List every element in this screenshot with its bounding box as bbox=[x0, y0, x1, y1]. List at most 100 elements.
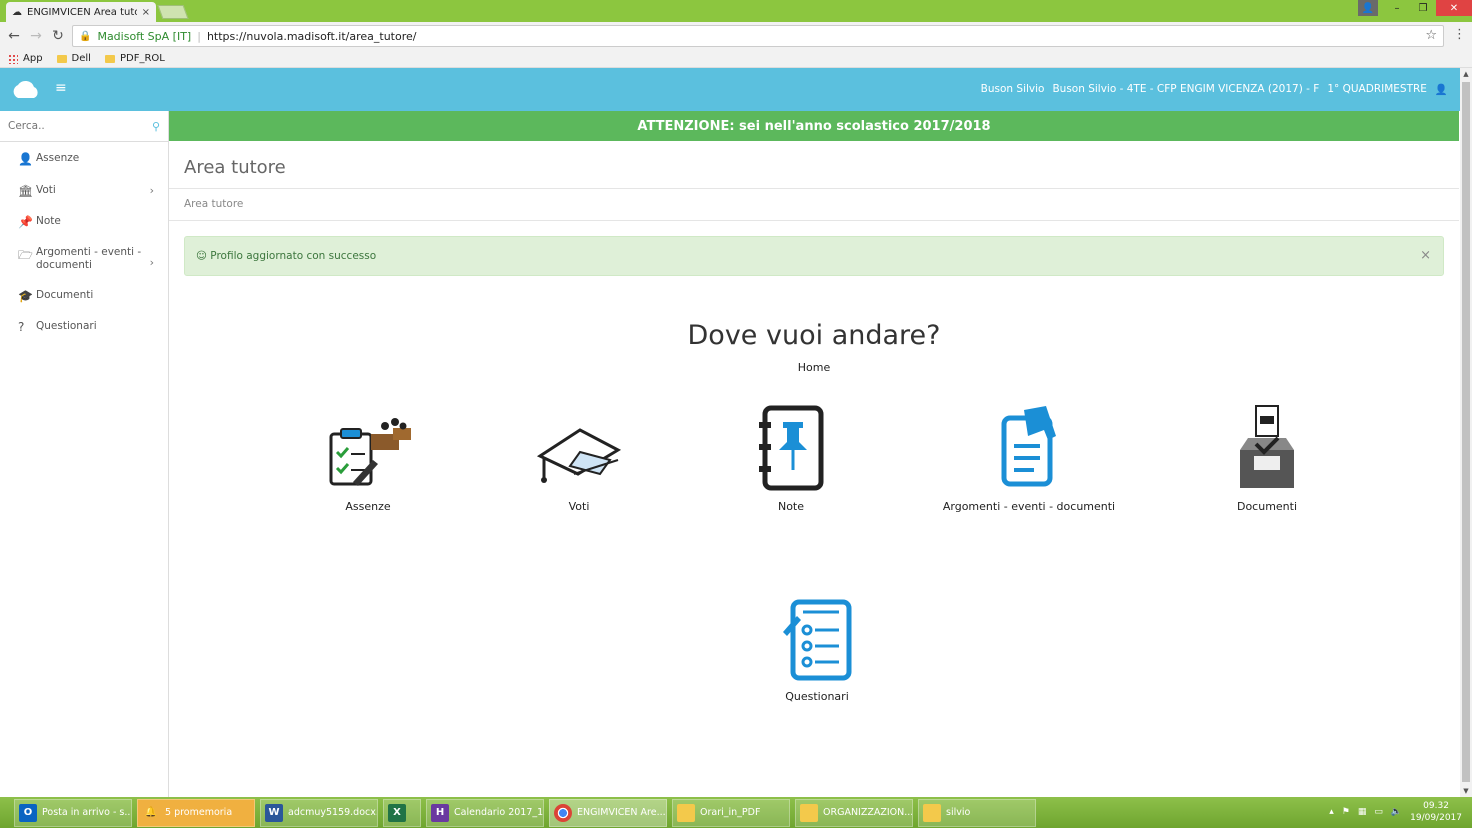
folder-icon bbox=[677, 803, 695, 822]
alert-close-icon[interactable]: × bbox=[1420, 248, 1431, 263]
sidebar-item-label: Questionari bbox=[36, 320, 97, 332]
user-name[interactable]: Buson Silvio bbox=[981, 83, 1045, 96]
tray-expand-icon[interactable]: ▴ bbox=[1329, 807, 1334, 817]
volume-icon[interactable]: 🔈 bbox=[1391, 807, 1402, 817]
app-header: ≡ Buson Silvio Buson Silvio - 4TE - CFP … bbox=[0, 68, 1460, 111]
address-bar[interactable]: 🔒 Madisoft SpA [IT] | https://nuvola.mad… bbox=[72, 25, 1444, 47]
tile-argomenti[interactable]: Argomenti - eventi - documenti bbox=[940, 404, 1118, 513]
site-identity: Madisoft SpA [IT] bbox=[97, 29, 192, 43]
bookmark-pdf-rol[interactable]: PDF_ROL bbox=[104, 53, 165, 64]
tab-title: ENGIMVICEN Area tutore bbox=[27, 6, 137, 18]
sidebar-search: ⚲ bbox=[0, 111, 168, 142]
forward-icon[interactable]: → bbox=[25, 28, 47, 44]
url-text: https://nuvola.madisoft.it/area_tutore/ bbox=[206, 29, 417, 43]
task-label: silvio bbox=[946, 807, 971, 818]
tile-label: Assenze bbox=[345, 500, 391, 513]
task-label: ENGIMVICEN Are... bbox=[577, 807, 666, 818]
chevron-right-icon: › bbox=[149, 256, 154, 269]
bookmark-dell[interactable]: Dell bbox=[56, 53, 91, 64]
section-subheading: Home bbox=[797, 361, 831, 374]
bookmark-apps[interactable]: App bbox=[8, 53, 43, 64]
period-label[interactable]: 1° QUADRIMESTRE bbox=[1327, 83, 1427, 96]
pin-icon: 📌 bbox=[18, 215, 33, 229]
folder-icon bbox=[56, 54, 67, 63]
tile-questionari[interactable]: Questionari bbox=[767, 598, 867, 703]
tile-assenze[interactable]: Assenze bbox=[318, 412, 418, 513]
folder-icon bbox=[923, 803, 941, 822]
sidebar-item-assenze[interactable]: 👤 Assenze bbox=[0, 152, 168, 166]
user-icon[interactable]: 👤 bbox=[1435, 83, 1448, 96]
task-label: Calendario 2017_18 bbox=[454, 807, 544, 818]
tile-label: Note bbox=[777, 500, 805, 513]
sidebar-item-questionari[interactable]: ? Questionari bbox=[0, 320, 168, 334]
sidebar-item-argomenti[interactable]: 🗁 Argomenti - eventi - documenti › bbox=[0, 246, 168, 272]
bookmark-label: PDF_ROL bbox=[119, 53, 165, 64]
page-scrollbar[interactable]: ▲ ▼ bbox=[1460, 68, 1472, 797]
hamburger-menu-icon[interactable]: ≡ bbox=[55, 80, 67, 96]
browser-tabstrip: ☁ ENGIMVICEN Area tutore × 👤 – ❐ ✕ bbox=[0, 0, 1472, 22]
taskbar-item-chrome[interactable]: ENGIMVICEN Are... bbox=[549, 798, 667, 827]
browser-toolbar: ← → ↻ 🔒 Madisoft SpA [IT] | https://nuvo… bbox=[0, 22, 1472, 50]
clock[interactable]: 09.32 19/09/2017 bbox=[1410, 800, 1462, 824]
network-icon[interactable]: ▦ bbox=[1358, 807, 1367, 817]
bookmarks-bar: App Dell PDF_ROL bbox=[0, 50, 1472, 68]
minimize-icon[interactable]: – bbox=[1384, 0, 1410, 16]
reload-icon[interactable]: ↻ bbox=[47, 28, 69, 44]
profile-icon[interactable]: 👤 bbox=[1358, 0, 1378, 16]
sidebar-item-label: Voti bbox=[36, 184, 56, 196]
taskbar-item-folder-silvio[interactable]: silvio bbox=[918, 798, 1036, 827]
browser-menu-icon[interactable]: ⋮ bbox=[1453, 27, 1466, 42]
taskbar-item-folder-orari[interactable]: Orari_in_PDF bbox=[672, 798, 790, 827]
restore-icon[interactable]: ❐ bbox=[1410, 0, 1436, 16]
document-tray-icon bbox=[1240, 405, 1294, 488]
sidebar-item-documenti[interactable]: 🎓 Documenti bbox=[0, 289, 168, 303]
flag-icon[interactable]: ⚑ bbox=[1342, 807, 1350, 817]
folder-open-icon: 🗁 bbox=[18, 248, 33, 262]
taskbar-item-excel[interactable]: X bbox=[383, 798, 421, 827]
user-context: Buson Silvio Buson Silvio - 4TE - CFP EN… bbox=[981, 83, 1448, 96]
task-label: Posta in arrivo - s... bbox=[42, 807, 132, 818]
browser-tab[interactable]: ☁ ENGIMVICEN Area tutore × bbox=[6, 2, 156, 22]
tile-documenti[interactable]: Documenti bbox=[1217, 404, 1317, 513]
calendar-app-icon: H bbox=[431, 803, 449, 822]
tile-voti[interactable]: Voti bbox=[529, 412, 629, 513]
taskbar-item-folder-organizzazione[interactable]: ORGANIZZAZION... bbox=[795, 798, 913, 827]
alert-message: Profilo aggiornato con successo bbox=[210, 250, 377, 262]
search-input[interactable] bbox=[8, 120, 152, 132]
scroll-down-icon[interactable]: ▼ bbox=[1460, 787, 1472, 795]
taskbar-item-calendar[interactable]: H Calendario 2017_18 bbox=[426, 798, 544, 827]
new-tab-button[interactable] bbox=[157, 5, 189, 19]
clock-date: 19/09/2017 bbox=[1410, 813, 1462, 823]
task-label: adcmuy5159.docx... bbox=[288, 807, 378, 818]
back-icon[interactable]: ← bbox=[3, 28, 25, 44]
tile-note[interactable]: Note bbox=[741, 404, 841, 513]
bell-icon: 🔔 bbox=[144, 807, 158, 818]
search-icon[interactable]: ⚲ bbox=[152, 120, 160, 133]
taskbar-item-word[interactable]: W adcmuy5159.docx... bbox=[260, 798, 378, 827]
tab-close-icon[interactable]: × bbox=[142, 7, 150, 18]
user-class-context[interactable]: Buson Silvio - 4TE - CFP ENGIM VICENZA (… bbox=[1052, 83, 1319, 96]
window-close-icon[interactable]: ✕ bbox=[1436, 0, 1472, 16]
scroll-thumb[interactable] bbox=[1462, 82, 1470, 782]
cloud-logo-icon[interactable] bbox=[10, 77, 42, 99]
sidebar-item-note[interactable]: 📌 Note bbox=[0, 215, 168, 229]
address-separator: | bbox=[197, 29, 201, 43]
scroll-up-icon[interactable]: ▲ bbox=[1460, 70, 1472, 78]
apps-grid-icon bbox=[8, 53, 18, 64]
section-heading: Dove vuoi andare? bbox=[687, 320, 941, 351]
sidebar-item-label: Argomenti - eventi - documenti bbox=[36, 246, 142, 271]
folder-icon bbox=[800, 803, 818, 822]
event-document-icon bbox=[1001, 406, 1056, 487]
taskbar-item-outlook[interactable]: O Posta in arrivo - s... bbox=[14, 798, 132, 827]
success-alert: ☺ Profilo aggiornato con successo × bbox=[184, 236, 1444, 276]
cloud-favicon-icon: ☁ bbox=[12, 6, 22, 18]
clock-time: 09.32 bbox=[1423, 801, 1449, 811]
monitor-icon[interactable]: ▭ bbox=[1374, 807, 1383, 817]
bookmark-label: Dell bbox=[71, 53, 91, 64]
bookmark-star-icon[interactable]: ☆ bbox=[1425, 28, 1437, 43]
sidebar-item-voti[interactable]: 🏛 Voti › bbox=[0, 184, 168, 198]
pinned-notebook-icon bbox=[759, 405, 824, 491]
breadcrumb[interactable]: Area tutore bbox=[169, 189, 1459, 221]
taskbar-item-reminders[interactable]: 🔔 5 promemoria bbox=[137, 798, 255, 827]
lock-icon: 🔒 bbox=[79, 30, 92, 42]
